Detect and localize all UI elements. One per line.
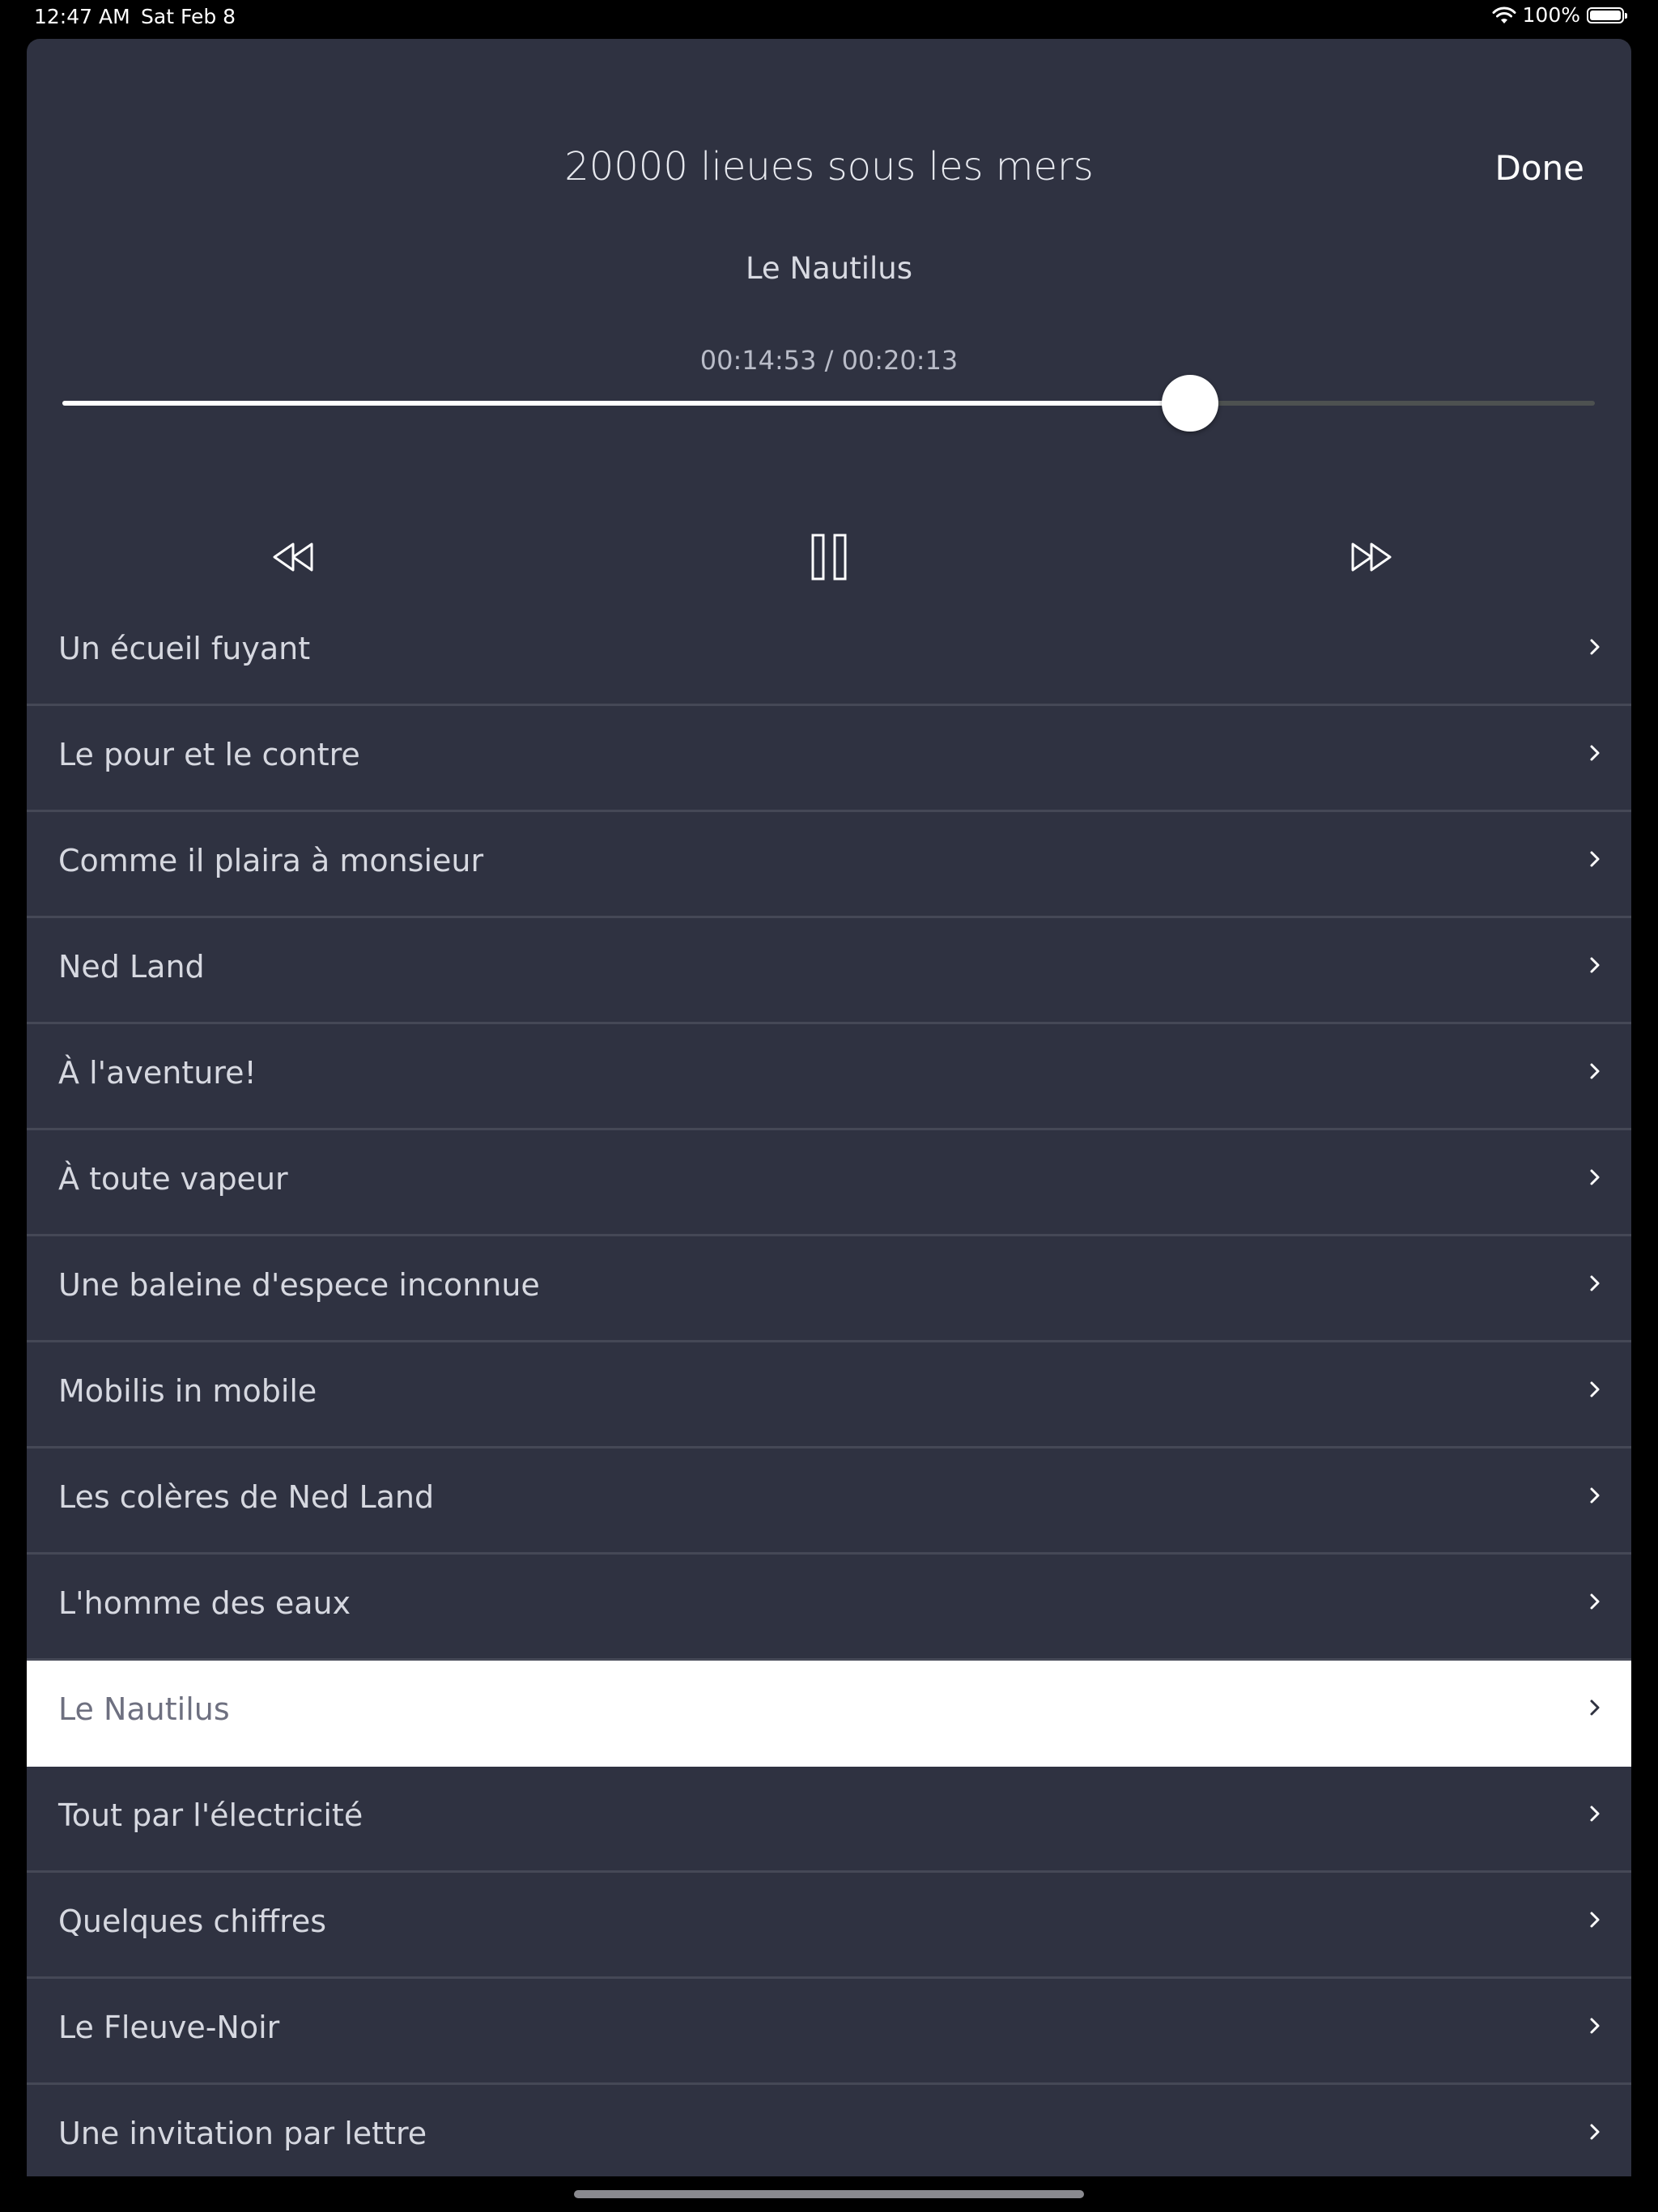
- status-indicators: 100%: [1492, 3, 1627, 27]
- chapter-label: Comme il plaira à monsieur: [58, 843, 484, 878]
- chapter-label: Mobilis in mobile: [58, 1373, 317, 1409]
- chevron-right-icon: [1590, 1063, 1600, 1079]
- chapter-list-item[interactable]: À l'aventure!: [27, 1024, 1631, 1130]
- chapter-list-item[interactable]: À toute vapeur: [27, 1130, 1631, 1236]
- chapter-list-item[interactable]: Une invitation par lettre: [27, 2085, 1631, 2176]
- chapter-list-item[interactable]: Les colères de Ned Land: [27, 1448, 1631, 1555]
- chevron-right-icon: [1590, 2124, 1600, 2140]
- now-playing-sheet: 20000 lieues sous les mers Done Le Nauti…: [27, 39, 1631, 2176]
- progress-fill: [62, 401, 1190, 406]
- chapter-list-item[interactable]: Tout par l'électricité: [27, 1767, 1631, 1873]
- wifi-icon: [1492, 6, 1516, 23]
- rewind-icon: [273, 542, 313, 572]
- chevron-right-icon: [1590, 957, 1600, 973]
- chapter-list-item[interactable]: Une baleine d'espece inconnue: [27, 1236, 1631, 1342]
- chapter-label: À l'aventure!: [58, 1055, 257, 1091]
- chevron-right-icon: [1590, 1699, 1600, 1716]
- chevron-right-icon: [1590, 1381, 1600, 1397]
- chapter-label: Ned Land: [58, 949, 205, 985]
- done-button[interactable]: Done: [1490, 147, 1590, 189]
- chapter-list-item-active[interactable]: Le Nautilus: [27, 1661, 1631, 1767]
- chapter-list-item[interactable]: Quelques chiffres: [27, 1873, 1631, 1979]
- chapter-list-item[interactable]: L'homme des eaux: [27, 1555, 1631, 1661]
- chapter-list-item[interactable]: Le pour et le contre: [27, 706, 1631, 812]
- status-time: 12:47 AM: [34, 5, 130, 28]
- chevron-right-icon: [1590, 2018, 1600, 2034]
- chapter-label: Le Nautilus: [58, 1691, 230, 1727]
- status-date: Sat Feb 8: [141, 5, 236, 28]
- rewind-button[interactable]: [261, 525, 325, 589]
- chapter-label: Une baleine d'espece inconnue: [58, 1267, 540, 1303]
- chapter-label: Le pour et le contre: [58, 737, 360, 772]
- time-readout: 00:14:53 / 00:20:13: [699, 345, 959, 376]
- chevron-right-icon: [1590, 639, 1600, 655]
- current-chapter-title: Le Nautilus: [745, 251, 913, 286]
- chapter-label: Un écueil fuyant: [58, 631, 311, 666]
- chevron-right-icon: [1590, 1487, 1600, 1504]
- chapter-list-item[interactable]: Un écueil fuyant: [27, 600, 1631, 706]
- pause-icon: [811, 534, 847, 581]
- chevron-right-icon: [1590, 745, 1600, 761]
- chapter-label: À toute vapeur: [58, 1161, 288, 1197]
- pause-button[interactable]: [797, 525, 861, 589]
- chapter-label: Le Fleuve-Noir: [58, 2010, 280, 2045]
- chevron-right-icon: [1590, 1275, 1600, 1291]
- chapter-label: Quelques chiffres: [58, 1904, 327, 1939]
- chapter-list-item[interactable]: Ned Land: [27, 918, 1631, 1024]
- status-bar: 12:47 AM Sat Feb 8 100%: [0, 0, 1658, 36]
- progress-thumb[interactable]: [1161, 375, 1218, 432]
- battery-percent: 100%: [1522, 3, 1580, 27]
- battery-icon: [1587, 6, 1627, 23]
- chevron-right-icon: [1590, 1593, 1600, 1610]
- chapter-list-item[interactable]: Comme il plaira à monsieur: [27, 812, 1631, 918]
- chapter-list: Un écueil fuyant Le pour et le contre Comm…: [27, 600, 1631, 2176]
- home-indicator: [574, 2190, 1084, 2198]
- chevron-right-icon: [1590, 1169, 1600, 1185]
- chapter-label: Une invitation par lettre: [58, 2116, 427, 2151]
- chevron-right-icon: [1590, 851, 1600, 867]
- fast-forward-icon: [1351, 542, 1392, 572]
- chapter-label: Les colères de Ned Land: [58, 1479, 435, 1515]
- chapter-label: L'homme des eaux: [58, 1585, 351, 1621]
- chapter-label: Tout par l'électricité: [58, 1797, 363, 1833]
- chapter-list-item[interactable]: Mobilis in mobile: [27, 1342, 1631, 1448]
- book-title: 20000 lieues sous les mers: [564, 144, 1094, 189]
- chapter-list-item[interactable]: Le Fleuve-Noir: [27, 1979, 1631, 2085]
- progress-slider[interactable]: [62, 375, 1595, 432]
- chevron-right-icon: [1590, 1912, 1600, 1928]
- fast-forward-button[interactable]: [1339, 525, 1404, 589]
- chevron-right-icon: [1590, 1806, 1600, 1822]
